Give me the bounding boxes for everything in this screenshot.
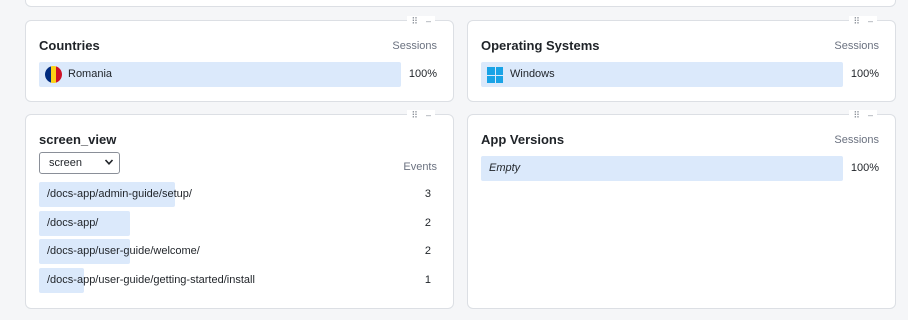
row-value: 100%: [850, 162, 879, 174]
list-item[interactable]: /docs-app/admin-guide/setup/ 3: [39, 182, 437, 207]
screen-view-card: ⠿ – screen_view screen Events /docs-app/…: [25, 110, 454, 309]
drag-handle-icon[interactable]: ⠿: [853, 110, 860, 120]
row-label: /docs-app/user-guide/welcome/: [47, 245, 200, 257]
list-item[interactable]: Romania 100%: [39, 62, 437, 87]
row-value: 2: [424, 245, 431, 257]
metric-header: Sessions: [834, 40, 879, 52]
drag-handle-icon[interactable]: ⠿: [853, 16, 860, 26]
metric-header: Sessions: [392, 40, 437, 52]
row-value: 3: [424, 188, 431, 200]
countries-card: ⠿ – Countries Sessions Romania 100%: [25, 16, 454, 102]
drag-handle-icon[interactable]: ⠿: [411, 16, 418, 26]
row-value: 100%: [850, 68, 879, 80]
list-item[interactable]: /docs-app/user-guide/welcome/ 2: [39, 239, 437, 264]
row-value: 1: [424, 274, 431, 286]
metric-header: Sessions: [834, 134, 879, 146]
collapse-icon[interactable]: –: [426, 110, 431, 120]
operating-systems-card: ⠿ – Operating Systems Sessions Windows 1…: [467, 16, 896, 102]
list-item[interactable]: /docs-app/ 2: [39, 211, 437, 236]
drag-handle-icon[interactable]: ⠿: [411, 110, 418, 120]
row-value: 2: [424, 217, 431, 229]
windows-logo-icon: [487, 67, 503, 83]
select-value: screen: [49, 157, 83, 169]
collapse-icon[interactable]: –: [868, 16, 873, 26]
row-label: /docs-app/: [47, 217, 99, 229]
card-controls: ⠿ –: [849, 16, 877, 26]
row-label: Romania: [68, 68, 113, 80]
card-title: Operating Systems: [481, 38, 600, 53]
card-title: Countries: [39, 38, 100, 53]
card-title: App Versions: [481, 132, 565, 147]
row-label: Windows: [510, 68, 555, 80]
share-bar: [481, 156, 843, 181]
collapse-icon[interactable]: –: [868, 110, 873, 120]
card-controls: ⠿ –: [849, 110, 877, 120]
list-item[interactable]: /docs-app/user-guide/getting-started/ins…: [39, 268, 437, 293]
previous-card-bottom: [25, 0, 896, 7]
card-title: screen_view: [39, 132, 117, 147]
romania-flag-icon: [45, 66, 62, 83]
row-label: Empty: [489, 162, 521, 174]
card-controls: ⠿ –: [407, 110, 435, 120]
event-property-select[interactable]: screen: [39, 152, 120, 174]
card-controls: ⠿ –: [407, 16, 435, 26]
app-versions-card: ⠿ – App Versions Sessions Empty 100%: [467, 110, 896, 309]
row-label: /docs-app/admin-guide/setup/: [47, 188, 192, 200]
collapse-icon[interactable]: –: [426, 16, 431, 26]
list-item[interactable]: Empty 100%: [481, 156, 879, 181]
row-label: /docs-app/user-guide/getting-started/ins…: [47, 274, 255, 286]
list-item[interactable]: Windows 100%: [481, 62, 879, 87]
metric-header: Events: [403, 161, 437, 173]
chevron-down-icon: [104, 159, 114, 165]
row-value: 100%: [408, 68, 437, 80]
